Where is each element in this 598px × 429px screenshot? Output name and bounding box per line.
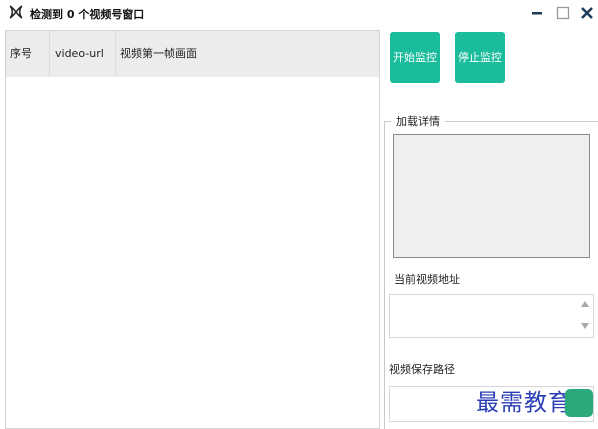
window-title: 检测到 0 个视频号窗口 bbox=[30, 8, 145, 21]
current-video-label: 当前视频地址 bbox=[394, 273, 460, 286]
video-table[interactable]: 序号 video-url 视频第一帧画面 bbox=[5, 30, 380, 429]
stop-monitor-button[interactable]: 停止监控 bbox=[455, 32, 505, 83]
watermark-text: 最需教育 bbox=[476, 390, 572, 416]
frame-preview-image bbox=[393, 134, 590, 258]
column-header-index[interactable]: 序号 bbox=[6, 31, 50, 77]
scroll-up-icon[interactable] bbox=[581, 301, 589, 307]
start-monitor-button[interactable]: 开始监控 bbox=[390, 32, 440, 83]
save-path-label: 视频保存路径 bbox=[389, 363, 455, 376]
load-details-title: 加载详情 bbox=[391, 113, 445, 129]
title-bar: 检测到 0 个视频号窗口 bbox=[0, 0, 598, 26]
app-logo-icon bbox=[9, 5, 23, 19]
close-icon[interactable] bbox=[578, 4, 596, 22]
column-header-video-url[interactable]: video-url bbox=[50, 31, 116, 77]
table-header: 序号 video-url 视频第一帧画面 bbox=[6, 31, 379, 77]
current-video-url-field[interactable] bbox=[389, 294, 594, 338]
watermark-badge-icon bbox=[565, 389, 593, 417]
scroll-down-icon[interactable] bbox=[581, 323, 589, 329]
column-header-first-frame[interactable]: 视频第一帧画面 bbox=[116, 31, 379, 77]
minimize-icon[interactable] bbox=[528, 4, 546, 22]
maximize-icon[interactable] bbox=[554, 4, 572, 22]
